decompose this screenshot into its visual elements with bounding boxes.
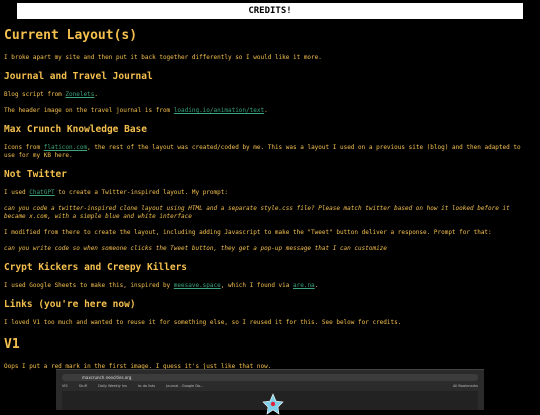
journal-heading: Journal and Travel Journal — [4, 71, 153, 82]
star-icon — [262, 393, 284, 415]
knowledge-heading: Max Crunch Knowledge Base — [4, 124, 147, 135]
twitter-credit-after: to create a Twitter-inspired layout. My … — [54, 189, 228, 196]
journal-credit-2: The header image on the travel journal i… — [4, 107, 534, 115]
twitter-credit: I used ChatGPT to create a Twitter-inspi… — [4, 189, 534, 197]
zonelets-link[interactable]: Zonelets — [65, 91, 94, 98]
twitter-heading: Not Twitter — [4, 169, 67, 180]
page-title: Current Layout(s) — [4, 28, 138, 43]
v1-heading: V1 — [4, 337, 20, 352]
twitter-prompt-1: can you code a twitter-inspired clone la… — [4, 205, 510, 220]
knowledge-credit: Icons from flaticon.com, the rest of the… — [4, 144, 534, 160]
main-content: Current Layout(s) I broke apart my site … — [4, 28, 534, 379]
screenshot-bookmarks-bar: VIS Stuff Daily Weekly Ins to do lists J… — [62, 383, 478, 389]
crypt-heading: Crypt Kickers and Creepy Killers — [4, 262, 188, 273]
bookmark-item: Stuff — [78, 384, 88, 388]
crypt-credit-before: I used Google Sheets to make this, inspi… — [4, 282, 174, 289]
links-heading: Links (you're here now) — [4, 299, 136, 310]
intro-text: I broke apart my site and then put it ba… — [4, 54, 322, 61]
crypt-credit-mid: , which I found via — [220, 282, 293, 289]
twitter-credit-before: I used — [4, 189, 30, 196]
journal-credit-1-after: . — [94, 91, 98, 98]
bookmark-item: VIS — [62, 384, 68, 388]
journal-credit-2-before: The header image on the travel journal i… — [4, 107, 174, 114]
journal-credit-2-after: . — [264, 107, 268, 114]
crypt-credit: I used Google Sheets to make this, inspi… — [4, 282, 534, 290]
knowledge-credit-before: Icons from — [4, 144, 44, 151]
screenshot-page-area — [62, 391, 478, 415]
links-text: I loved V1 too much and wanted to reuse … — [4, 319, 402, 326]
bookmark-item: All Bookmarks — [452, 384, 478, 388]
bookmark-item: Daily Weekly Ins — [98, 384, 127, 388]
flaticon-link[interactable]: flaticon.com — [44, 144, 87, 151]
credits-banner: CREDITS! — [17, 3, 523, 19]
twitter-prompt-2: can you write code so when someone click… — [4, 245, 387, 252]
twitter-modify-text: I modified from there to create the layo… — [4, 229, 492, 236]
screenshot-url-bar: maxcrunch.neocities.org — [62, 374, 478, 381]
loading-io-link[interactable]: loading.io/animation/text — [174, 107, 264, 114]
journal-credit-1: Blog script from Zonelets. — [4, 91, 534, 99]
crypt-credit-after: . — [314, 282, 319, 289]
arena-link[interactable]: are.na — [293, 282, 315, 289]
journal-credit-1-before: Blog script from — [4, 91, 66, 98]
v1-screenshot: maxcrunch.neocities.org VIS Stuff Daily … — [56, 369, 484, 415]
bookmark-item: Journal - Google Do... — [166, 384, 204, 388]
meesave-link[interactable]: meesave.space — [174, 282, 221, 289]
bookmark-item: to do lists — [138, 384, 156, 388]
screenshot-url: maxcrunch.neocities.org — [82, 375, 132, 380]
chatgpt-link[interactable]: ChatGPT — [29, 189, 54, 196]
